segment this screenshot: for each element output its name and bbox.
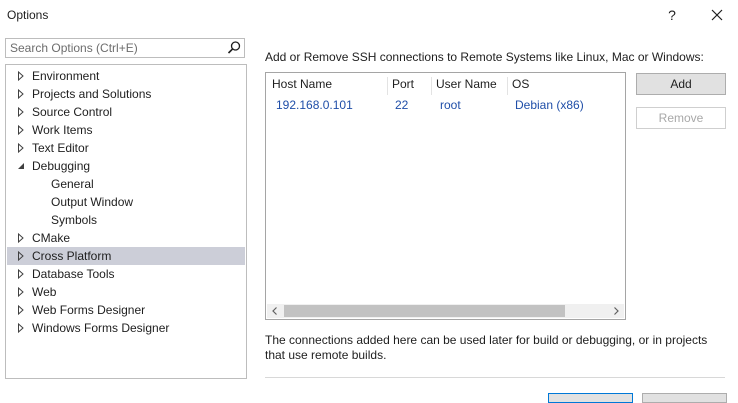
- tree-item[interactable]: Database Tools: [7, 265, 245, 283]
- collapsed-arrow-icon[interactable]: [16, 251, 26, 261]
- column-header-host-name[interactable]: Host Name: [272, 77, 332, 91]
- tree-item[interactable]: Cross Platform: [7, 247, 245, 265]
- scroll-left-icon[interactable]: [270, 306, 280, 316]
- cell-port: 22: [395, 98, 409, 112]
- panel-description: Add or Remove SSH connections to Remote …: [265, 50, 704, 64]
- cell-user-name: root: [440, 98, 461, 112]
- column-divider[interactable]: [507, 77, 508, 95]
- tree-item[interactable]: Work Items: [7, 121, 245, 139]
- collapsed-arrow-icon[interactable]: [16, 269, 26, 279]
- tree-item[interactable]: General: [7, 175, 245, 193]
- column-header-os[interactable]: OS: [512, 77, 529, 91]
- cell-os: Debian (x86): [515, 98, 584, 112]
- tree-item-label: General: [51, 177, 94, 191]
- ok-button[interactable]: [548, 393, 633, 403]
- tree-item[interactable]: Output Window: [7, 193, 245, 211]
- search-input[interactable]: [6, 39, 220, 57]
- tree-item[interactable]: Web Forms Designer: [7, 301, 245, 319]
- column-header-user-name[interactable]: User Name: [436, 77, 497, 91]
- add-button[interactable]: Add: [636, 73, 726, 95]
- expanded-arrow-icon[interactable]: [16, 161, 26, 171]
- help-button[interactable]: ?: [652, 0, 692, 30]
- tree-item-label: Work Items: [32, 123, 93, 137]
- tree-item-label: Text Editor: [32, 141, 89, 155]
- collapsed-arrow-icon[interactable]: [16, 89, 26, 99]
- tree-item-label: Cross Platform: [32, 249, 112, 263]
- tree-item-label: Windows Forms Designer: [32, 321, 170, 335]
- title-bar: Options ?: [0, 0, 738, 30]
- tree-item[interactable]: Windows Forms Designer: [7, 319, 245, 337]
- tree-item-label: Output Window: [51, 195, 134, 209]
- collapsed-arrow-icon[interactable]: [16, 287, 26, 297]
- divider: [265, 377, 725, 378]
- close-icon: [711, 9, 723, 21]
- collapsed-arrow-icon[interactable]: [16, 71, 26, 81]
- column-divider[interactable]: [431, 77, 432, 95]
- tree-item[interactable]: Projects and Solutions: [7, 85, 245, 103]
- column-divider[interactable]: [387, 77, 388, 95]
- tree-item-label: Environment: [32, 69, 100, 83]
- tree-item-label: Source Control: [32, 105, 113, 119]
- tree-item[interactable]: Source Control: [7, 103, 245, 121]
- tree-item[interactable]: Text Editor: [7, 139, 245, 157]
- cell-host-name: 192.168.0.101: [276, 98, 353, 112]
- tree-item[interactable]: Debugging: [7, 157, 245, 175]
- close-button[interactable]: [697, 0, 737, 30]
- tree-item-label: CMake: [32, 231, 71, 245]
- tree-item-label: Projects and Solutions: [32, 87, 152, 101]
- tree-item-label: Web: [32, 285, 57, 299]
- collapsed-arrow-icon[interactable]: [16, 233, 26, 243]
- tree-item[interactable]: Environment: [7, 67, 245, 85]
- tree-item[interactable]: CMake: [7, 229, 245, 247]
- horizontal-scrollbar[interactable]: [267, 304, 624, 318]
- scrollbar-thumb[interactable]: [284, 305, 565, 317]
- tree-item-label: Web Forms Designer: [32, 303, 146, 317]
- collapsed-arrow-icon[interactable]: [16, 305, 26, 315]
- connections-note: The connections added here can be used l…: [265, 333, 708, 362]
- collapsed-arrow-icon[interactable]: [16, 323, 26, 333]
- remove-button[interactable]: Remove: [636, 107, 726, 129]
- options-tree[interactable]: Environment Projects and Solutions Source …: [5, 64, 247, 379]
- cancel-button[interactable]: [642, 393, 727, 403]
- tree-item[interactable]: Web: [7, 283, 245, 301]
- tree-item-label: Symbols: [51, 213, 98, 227]
- collapsed-arrow-icon[interactable]: [16, 143, 26, 153]
- tree-item-label: Database Tools: [32, 267, 115, 281]
- search-box[interactable]: [5, 38, 245, 58]
- connections-list[interactable]: Host Name Port User Name OS 192.168.0.10…: [265, 72, 626, 320]
- tree-item-label: Debugging: [32, 159, 91, 173]
- collapsed-arrow-icon[interactable]: [16, 125, 26, 135]
- scroll-right-icon[interactable]: [611, 306, 621, 316]
- collapsed-arrow-icon[interactable]: [16, 107, 26, 117]
- search-icon[interactable]: [225, 39, 243, 57]
- window-title: Options: [7, 8, 49, 22]
- tree-item[interactable]: Symbols: [7, 211, 245, 229]
- column-header-port[interactable]: Port: [392, 77, 414, 91]
